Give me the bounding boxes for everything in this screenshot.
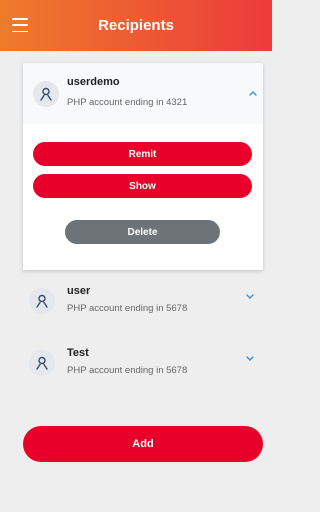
chevron-down-icon[interactable] bbox=[245, 293, 255, 301]
page-title: Recipients bbox=[98, 17, 174, 34]
recipient-row[interactable]: user PHP account ending in 5678 bbox=[23, 282, 263, 332]
chevron-up-icon[interactable] bbox=[248, 89, 258, 97]
recipient-card-header[interactable]: userdemo PHP account ending in 4321 bbox=[23, 63, 263, 124]
chevron-down-icon[interactable] bbox=[245, 355, 255, 363]
recipient-name: user bbox=[67, 285, 91, 297]
delete-button[interactable]: Delete bbox=[65, 220, 220, 244]
recipient-name: Test bbox=[67, 347, 89, 359]
recipient-row[interactable]: Test PHP account ending in 5678 bbox=[23, 344, 263, 394]
user-icon bbox=[33, 81, 59, 107]
user-icon bbox=[29, 288, 55, 314]
recipient-account-detail: PHP account ending in 5678 bbox=[67, 365, 188, 376]
recipient-account-detail: PHP account ending in 5678 bbox=[67, 303, 188, 314]
recipient-card-expanded: userdemo PHP account ending in 4321 Remi… bbox=[23, 63, 263, 270]
add-recipient-button[interactable]: Add bbox=[23, 426, 263, 462]
remit-button[interactable]: Remit bbox=[33, 142, 252, 166]
user-icon bbox=[29, 350, 55, 376]
recipient-name: userdemo bbox=[67, 76, 120, 88]
show-button[interactable]: Show bbox=[33, 174, 252, 198]
app-header: Recipients bbox=[0, 0, 272, 51]
recipient-account-detail: PHP account ending in 4321 bbox=[67, 97, 188, 108]
